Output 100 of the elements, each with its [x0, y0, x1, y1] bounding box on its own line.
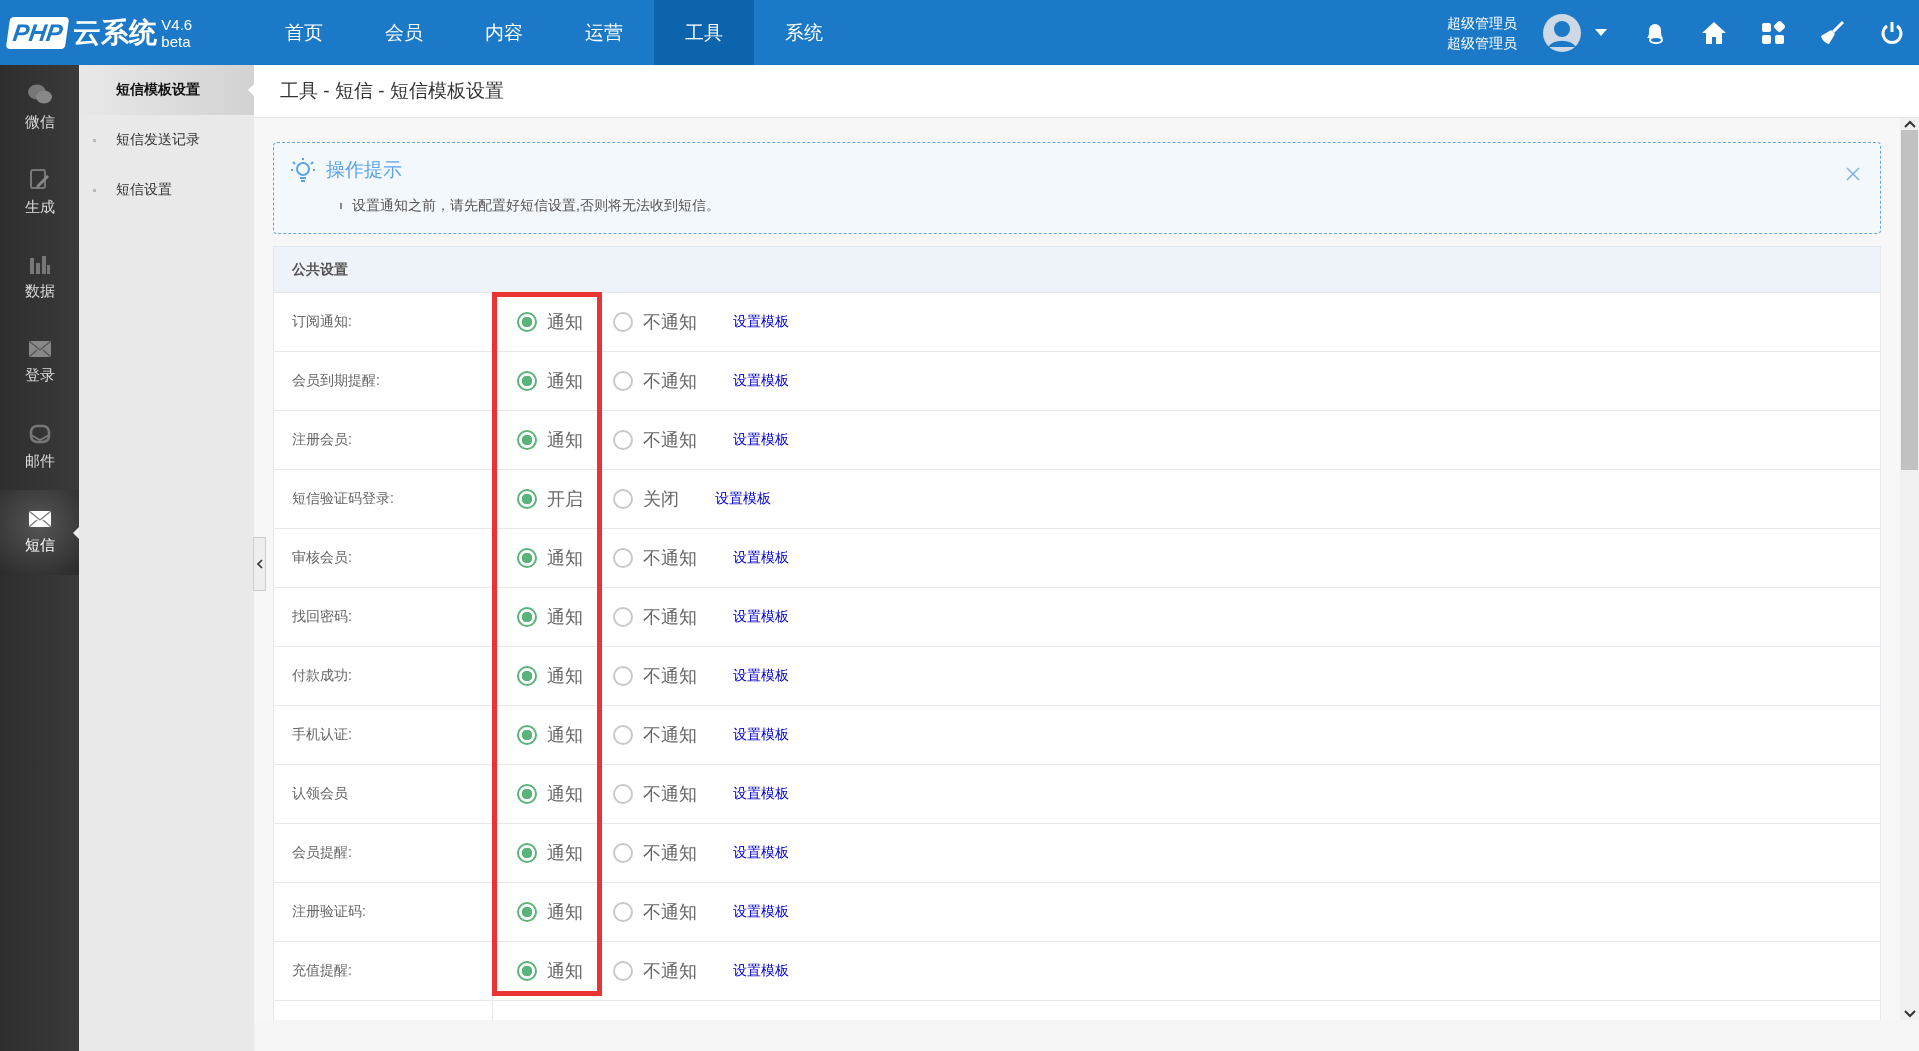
radio-option[interactable]: 不通知 — [613, 605, 697, 629]
template-link[interactable]: 设置模板 — [733, 785, 789, 803]
radio-option[interactable]: 通知 — [517, 959, 583, 983]
template-link[interactable]: 设置模板 — [733, 608, 789, 626]
radio-option[interactable]: 不通知 — [613, 664, 697, 688]
template-link[interactable]: 设置模板 — [733, 962, 789, 980]
template-link[interactable]: 设置模板 — [733, 903, 789, 921]
radio-option[interactable]: 通知 — [517, 900, 583, 924]
radio-option[interactable]: 通知 — [517, 369, 583, 393]
radio-option[interactable]: 关闭 — [613, 487, 679, 511]
radio-option[interactable]: 不通知 — [613, 546, 697, 570]
nav-tab[interactable]: 工具 — [654, 0, 754, 65]
avatar-icon[interactable] — [1543, 13, 1581, 52]
radio-button[interactable] — [517, 548, 537, 568]
radio-option[interactable]: 不通知 — [613, 841, 697, 865]
sidebar-item[interactable]: 登录 — [0, 320, 79, 405]
sidebar-item[interactable]: 短信 — [0, 490, 79, 575]
radio-option[interactable]: 不通知 — [613, 723, 697, 747]
power-icon[interactable] — [1879, 19, 1905, 46]
radio-button[interactable] — [517, 312, 537, 332]
radio-option[interactable]: 通知 — [517, 546, 583, 570]
setting-label: 认领会员 — [274, 765, 493, 823]
radio-button[interactable] — [613, 725, 633, 745]
version-label: V4.6 — [161, 15, 193, 33]
template-link[interactable]: 设置模板 — [733, 431, 789, 449]
scroll-down-icon[interactable] — [1903, 1010, 1916, 1018]
radio-option[interactable]: 不通知 — [613, 310, 697, 334]
radio-button[interactable] — [613, 784, 633, 804]
radio-button[interactable] — [517, 843, 537, 863]
template-link[interactable]: 设置模板 — [733, 667, 789, 685]
sidebar-item[interactable]: 微信 — [0, 65, 79, 150]
radio-option[interactable]: 通知 — [517, 723, 583, 747]
subnav-item[interactable]: 短信设置 — [79, 165, 254, 215]
radio-button[interactable] — [613, 843, 633, 863]
radio-option[interactable]: 不通知 — [613, 900, 697, 924]
scroll-up-icon[interactable] — [1903, 120, 1916, 128]
radio-button[interactable] — [613, 548, 633, 568]
setting-label: 注册验证码: — [274, 883, 493, 941]
sidebar-item[interactable]: 生成 — [0, 150, 79, 235]
radio-button[interactable] — [613, 902, 633, 922]
radio-option[interactable]: 不通知 — [613, 369, 697, 393]
radio-button[interactable] — [517, 607, 537, 627]
radio-option[interactable]: 不通知 — [613, 428, 697, 452]
nav-tab[interactable]: 系统 — [754, 0, 854, 65]
radio-button[interactable] — [613, 312, 633, 332]
scrollbar[interactable] — [1900, 118, 1919, 1020]
radio-button[interactable] — [613, 489, 633, 509]
radio-button[interactable] — [517, 725, 537, 745]
template-link[interactable]: 设置模板 — [715, 490, 771, 508]
apps-icon[interactable] — [1761, 20, 1785, 45]
home-icon[interactable] — [1701, 20, 1727, 45]
collapse-handle[interactable] — [253, 537, 266, 591]
sidebar-item[interactable]: 邮件 — [0, 405, 79, 490]
radio-button[interactable] — [517, 430, 537, 450]
inbox-icon — [28, 424, 51, 444]
broom-icon[interactable] — [1819, 19, 1845, 46]
template-link[interactable]: 设置模板 — [733, 726, 789, 744]
nav-tab[interactable]: 会员 — [354, 0, 454, 65]
radio-button[interactable] — [613, 430, 633, 450]
radio-option[interactable]: 不通知 — [613, 782, 697, 806]
caret-icon[interactable] — [1595, 29, 1607, 36]
radio-button[interactable] — [613, 961, 633, 981]
radio-option[interactable]: 通知 — [517, 310, 583, 334]
nav-tab[interactable]: 运营 — [554, 0, 654, 65]
template-link[interactable]: 设置模板 — [733, 844, 789, 862]
subnav-item[interactable]: 短信发送记录 — [79, 115, 254, 165]
radio-option[interactable]: 开启 — [517, 487, 583, 511]
sidebar-item[interactable]: 数据 — [0, 235, 79, 320]
radio-option[interactable]: 不通知 — [613, 959, 697, 983]
radio-option[interactable]: 通知 — [517, 605, 583, 629]
radio-option[interactable]: 通知 — [517, 428, 583, 452]
setting-label: 手机认证: — [274, 706, 493, 764]
template-link[interactable]: 设置模板 — [733, 313, 789, 331]
radio-button[interactable] — [517, 961, 537, 981]
setting-label: 找回密码: — [274, 588, 493, 646]
radio-button[interactable] — [517, 666, 537, 686]
close-icon[interactable] — [1846, 167, 1860, 181]
chart-icon — [28, 254, 51, 274]
radio-button[interactable] — [517, 784, 537, 804]
radio-button[interactable] — [517, 489, 537, 509]
radio-option[interactable]: 通知 — [517, 782, 583, 806]
template-link[interactable]: 设置模板 — [733, 372, 789, 390]
radio-button[interactable] — [613, 371, 633, 391]
user-role: 超级管理员 — [1447, 33, 1517, 53]
radio-button[interactable] — [613, 607, 633, 627]
setting-label: 会员提醒: — [274, 824, 493, 882]
radio-button[interactable] — [517, 371, 537, 391]
nav-tab[interactable]: 内容 — [454, 0, 554, 65]
tip-text: 设置通知之前，请先配置好短信设置,否则将无法收到短信。 — [352, 197, 720, 215]
radio-button[interactable] — [613, 666, 633, 686]
nav-tab[interactable]: 首页 — [254, 0, 354, 65]
template-link[interactable]: 设置模板 — [733, 549, 789, 567]
section-title: 公共设置 — [274, 247, 1880, 293]
radio-button[interactable] — [517, 902, 537, 922]
radio-option[interactable]: 通知 — [517, 841, 583, 865]
logo-text: 云系统 — [73, 14, 158, 51]
logo-badge: PHP — [5, 16, 70, 49]
radio-option[interactable]: 通知 — [517, 664, 583, 688]
setting-label: 短信验证码登录: — [274, 470, 493, 528]
envelope-icon — [27, 510, 52, 528]
